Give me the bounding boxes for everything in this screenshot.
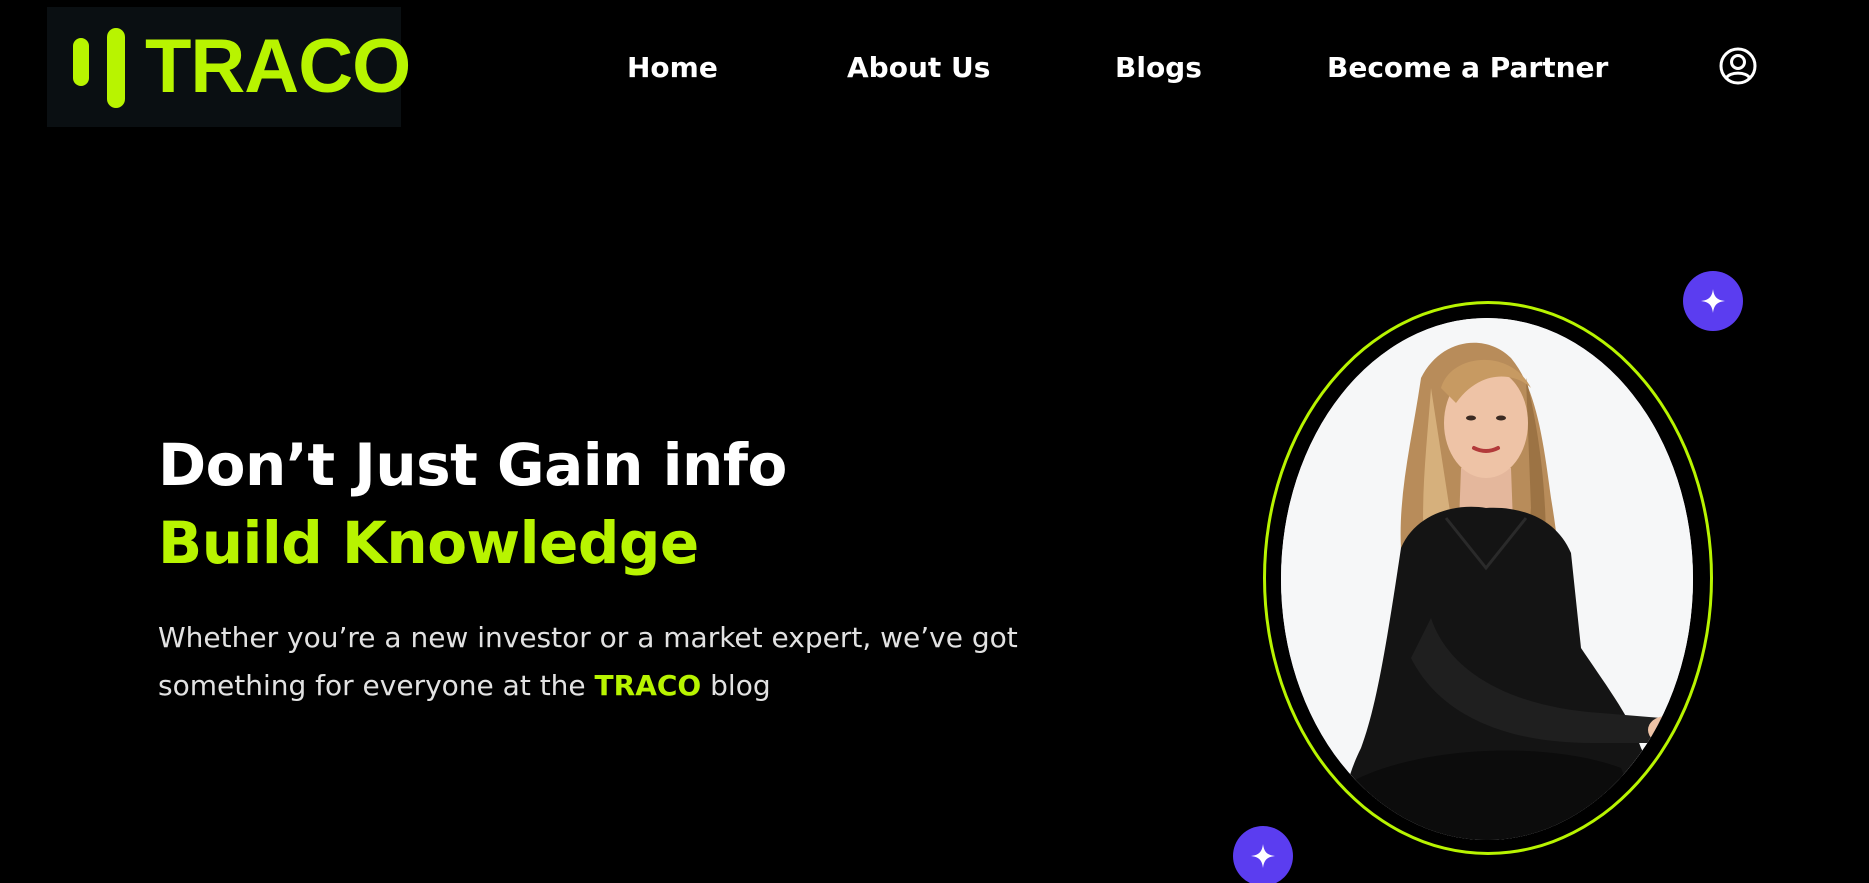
- page: TRACO Home About Us Blogs Become a Partn…: [0, 0, 1869, 883]
- hero-description-text: Whether you’re a new investor or a marke…: [158, 621, 1018, 702]
- portrait-illustration: [1281, 318, 1693, 840]
- hero-description: Whether you’re a new investor or a marke…: [158, 614, 1018, 710]
- hero-title-accent: Build Knowledge: [158, 509, 699, 577]
- user-account-icon[interactable]: [1719, 47, 1757, 85]
- nav-item-home[interactable]: Home: [627, 48, 718, 88]
- nav-item-blogs[interactable]: Blogs: [1115, 48, 1202, 88]
- sparkle-icon: [1233, 826, 1293, 883]
- sparkle-icon: [1683, 271, 1743, 331]
- hero-portrait-image: [1281, 318, 1693, 840]
- hero-title: Don’t Just Gain info: [158, 431, 787, 499]
- hero-description-brand: TRACO: [594, 669, 702, 702]
- nav-item-about-us[interactable]: About Us: [847, 48, 990, 88]
- hero-description-tail: blog: [701, 669, 771, 702]
- main-nav: Home About Us Blogs Become a Partner: [0, 48, 1869, 88]
- nav-item-become-a-partner[interactable]: Become a Partner: [1327, 48, 1608, 88]
